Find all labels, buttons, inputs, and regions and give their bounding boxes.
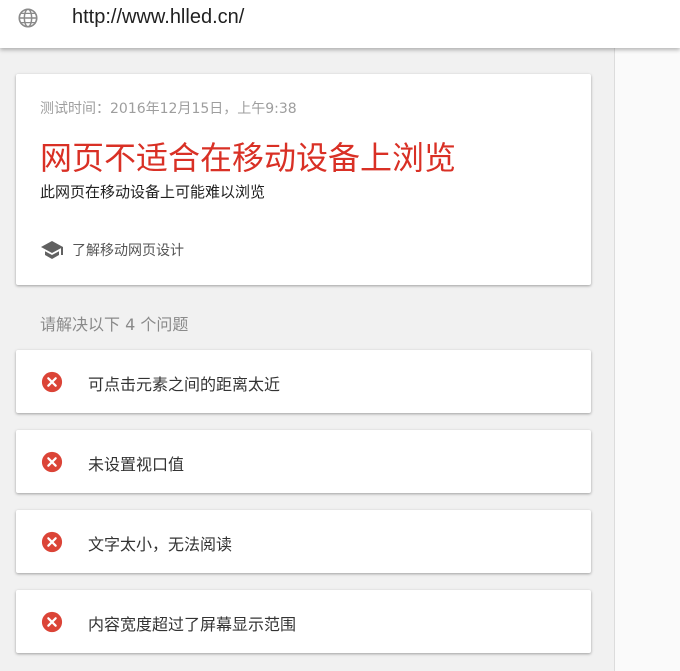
address-bar: http://www.hlled.cn/ [0, 0, 680, 48]
summary-card: 测试时间：2016年12月15日，上午9:38 网页不适合在移动设备上浏览 此网… [16, 74, 591, 285]
url-text[interactable]: http://www.hlled.cn/ [72, 6, 244, 29]
issue-label: 内容宽度超过了屏幕显示范围 [88, 615, 297, 634]
error-icon [41, 451, 63, 473]
issue-card[interactable]: 文字太小，无法阅读 [16, 510, 591, 573]
learn-mobile-design-link[interactable]: 了解移动网页设计 [40, 238, 184, 262]
issues-header: 请解决以下 4 个问题 [40, 315, 189, 334]
verdict-title: 网页不适合在移动设备上浏览 [40, 139, 457, 177]
error-icon [41, 371, 63, 393]
side-panel [614, 48, 680, 671]
error-icon [41, 611, 63, 633]
learn-link-label: 了解移动网页设计 [72, 243, 184, 259]
error-icon [41, 531, 63, 553]
issue-card[interactable]: 可点击元素之间的距离太近 [16, 350, 591, 413]
issue-card[interactable]: 未设置视口值 [16, 430, 591, 493]
graduation-cap-icon [41, 241, 63, 259]
issue-label: 可点击元素之间的距离太近 [88, 375, 281, 394]
globe-icon [18, 8, 38, 28]
test-time: 测试时间：2016年12月15日，上午9:38 [40, 101, 297, 117]
issue-label: 未设置视口值 [88, 455, 185, 474]
issue-card[interactable]: 内容宽度超过了屏幕显示范围 [16, 590, 591, 653]
verdict-subtitle: 此网页在移动设备上可能难以浏览 [40, 183, 266, 201]
issue-label: 文字太小，无法阅读 [88, 535, 233, 554]
